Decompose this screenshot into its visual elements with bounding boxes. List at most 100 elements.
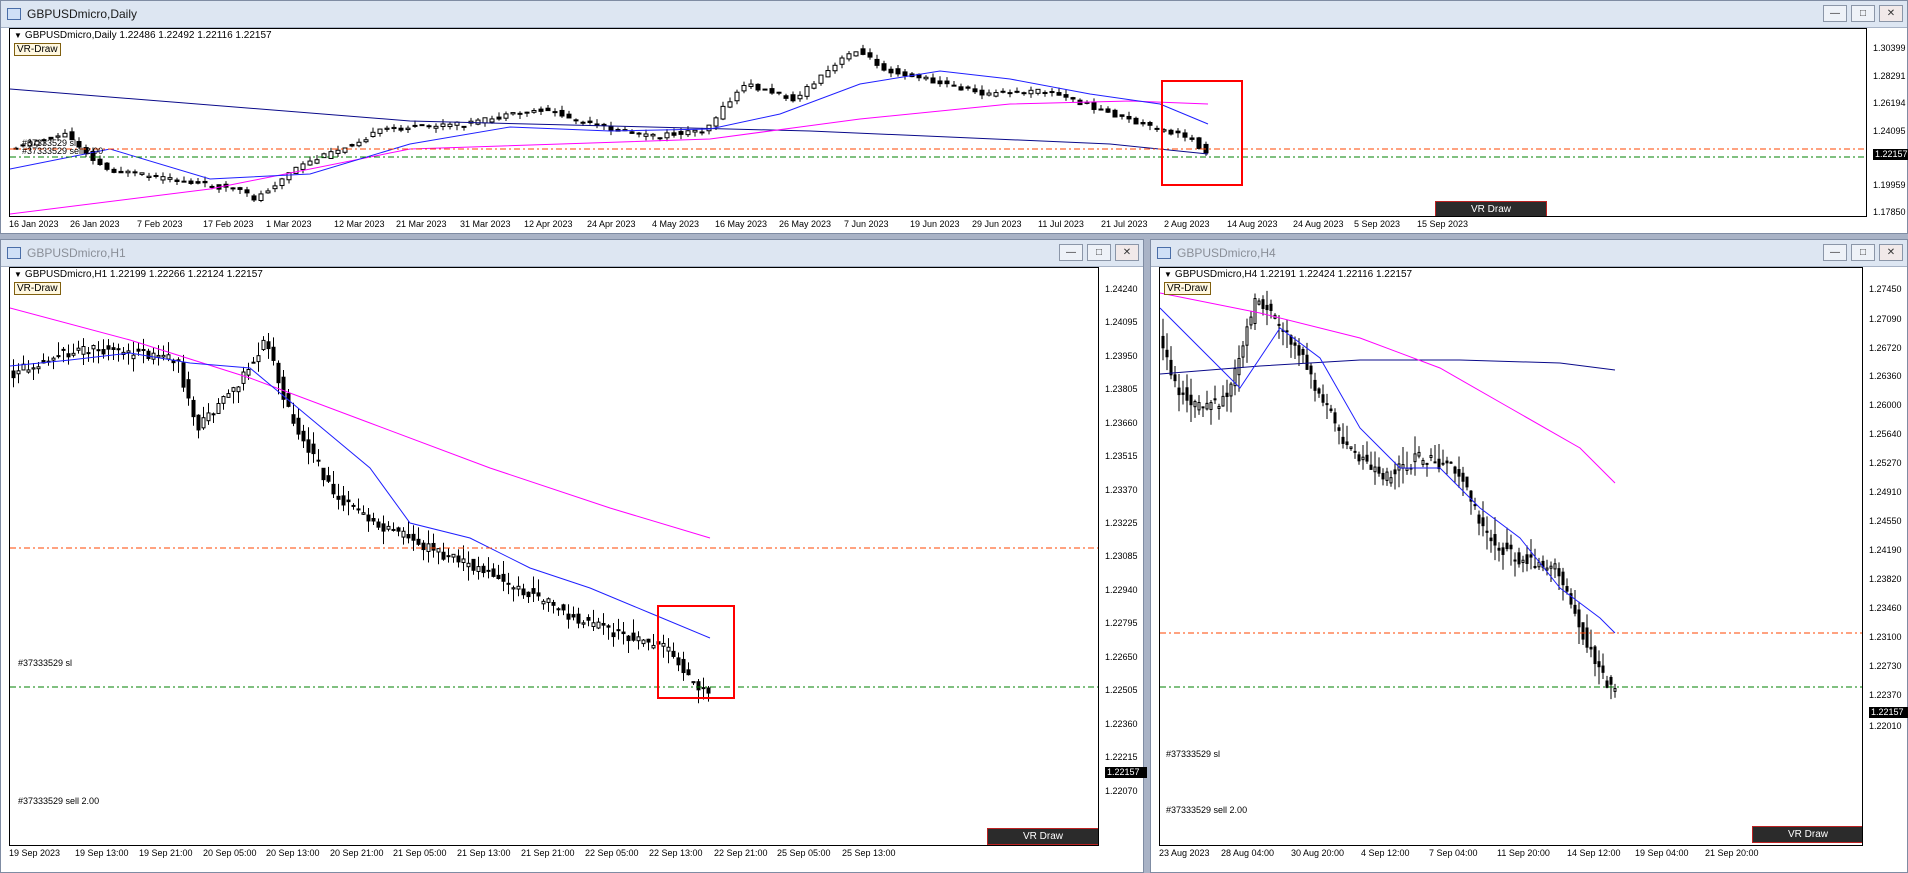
- candle: [591, 609, 596, 631]
- close-button[interactable]: ✕: [1879, 244, 1903, 261]
- candle: [972, 84, 978, 94]
- candle: [1517, 547, 1521, 568]
- price-tick: 1.28291: [1873, 71, 1906, 81]
- close-button[interactable]: ✕: [1115, 244, 1139, 261]
- daily-vr-draw-button[interactable]: VR Draw: [1435, 201, 1547, 216]
- candle: [160, 172, 166, 184]
- candle: [643, 129, 649, 141]
- candle: [146, 348, 151, 361]
- price-tick: 1.26194: [1873, 98, 1906, 108]
- candle: [195, 178, 201, 185]
- candle: [734, 89, 740, 105]
- candle: [293, 166, 299, 174]
- h4-vr-draw-button[interactable]: VR Draw: [1752, 826, 1862, 843]
- candle: [106, 339, 111, 361]
- time-tick: 23 Aug 2023: [1159, 848, 1210, 858]
- candle: [386, 521, 391, 532]
- h4-current-price-tag: 1.22157: [1869, 707, 1908, 718]
- h4-price-axis: 1.27450 1.27090 1.26720 1.26360 1.26000 …: [1863, 267, 1908, 846]
- minimize-icon: —: [1066, 247, 1076, 258]
- minimize-button[interactable]: —: [1059, 244, 1083, 261]
- time-tick: 19 Sep 21:00: [139, 848, 193, 858]
- candle: [1361, 445, 1365, 470]
- h1-current-price-tag: 1.22157: [1105, 767, 1147, 778]
- maximize-button[interactable]: □: [1851, 244, 1875, 261]
- daily-time-axis: 16 Jan 2023 26 Jan 2023 7 Feb 2023 17 Fe…: [9, 217, 1867, 233]
- candle: [351, 503, 356, 510]
- h1-vr-draw-label[interactable]: VR-Draw: [14, 282, 61, 295]
- maximize-button[interactable]: □: [1087, 244, 1111, 261]
- minimize-button[interactable]: —: [1823, 5, 1847, 22]
- candle: [482, 117, 488, 127]
- h1-titlebar[interactable]: GBPUSDmicro,H1 — □ ✕: [1, 240, 1143, 267]
- candle: [506, 572, 511, 595]
- h1-time-axis: 19 Sep 2023 19 Sep 13:00 19 Sep 21:00 20…: [9, 846, 1099, 862]
- time-tick: 21 Sep 13:00: [457, 848, 511, 858]
- candle: [447, 122, 453, 130]
- candle: [944, 77, 950, 88]
- candle: [1365, 441, 1369, 464]
- dropdown-triangle-icon[interactable]: ▼: [14, 31, 22, 40]
- candle: [524, 111, 530, 117]
- candle: [406, 521, 411, 544]
- candle: [1501, 542, 1505, 570]
- candle: [181, 176, 187, 183]
- candle: [1441, 449, 1445, 467]
- candle: [1301, 346, 1305, 364]
- candle: [26, 360, 31, 374]
- candle: [895, 64, 901, 77]
- candle: [696, 678, 701, 704]
- price-tick: 1.22370: [1869, 690, 1902, 700]
- h1-vr-draw-button[interactable]: VR Draw: [987, 828, 1098, 845]
- price-tick: 1.23085: [1105, 551, 1138, 561]
- daily-vr-draw-label[interactable]: VR-Draw: [14, 43, 61, 56]
- candle: [236, 385, 241, 403]
- candle: [141, 338, 146, 364]
- time-tick: 19 Sep 2023: [9, 848, 61, 858]
- candle: [491, 563, 496, 578]
- dropdown-triangle-icon[interactable]: ▼: [1164, 270, 1172, 279]
- candle: [631, 619, 636, 642]
- candle: [776, 91, 782, 96]
- candle: [541, 599, 546, 610]
- minimize-button[interactable]: —: [1823, 244, 1847, 261]
- candle: [66, 344, 71, 365]
- candle: [1321, 384, 1325, 407]
- candle: [1477, 510, 1481, 536]
- candle: [1209, 400, 1213, 425]
- maximize-button[interactable]: □: [1851, 5, 1875, 22]
- candle: [692, 129, 698, 137]
- candle: [616, 618, 621, 640]
- close-button[interactable]: ✕: [1879, 5, 1903, 22]
- dropdown-triangle-icon[interactable]: ▼: [14, 270, 22, 279]
- ma-long-line: [1160, 359, 1616, 375]
- candle: [701, 677, 706, 700]
- price-tick: 1.23225: [1105, 518, 1138, 528]
- close-icon: ✕: [1122, 247, 1132, 258]
- price-tick: 1.24550: [1869, 516, 1902, 526]
- candle: [1465, 476, 1469, 491]
- candle: [61, 346, 66, 363]
- daily-titlebar[interactable]: GBPUSDmicro,Daily — □ ✕: [1, 1, 1907, 28]
- daily-plot-area[interactable]: ▼ GBPUSDmicro,Daily 1.22486 1.22492 1.221…: [9, 28, 1867, 217]
- price-tick: 1.23460: [1869, 603, 1902, 613]
- candle: [11, 359, 16, 388]
- h4-titlebar[interactable]: GBPUSDmicro,H4 — □ ✕: [1151, 240, 1907, 267]
- h4-plot-area[interactable]: ▼ GBPUSDmicro,H4 1.22191 1.22424 1.22116 …: [1159, 267, 1863, 846]
- candle: [1349, 446, 1353, 451]
- candle: [720, 101, 726, 121]
- candle: [881, 60, 887, 72]
- candle: [1233, 359, 1237, 396]
- candle: [1333, 408, 1337, 432]
- candle: [608, 121, 614, 136]
- price-tick: 1.26360: [1869, 371, 1902, 381]
- h4-vr-draw-label[interactable]: VR-Draw: [1164, 282, 1211, 295]
- candle: [641, 638, 646, 647]
- candle: [1229, 381, 1233, 413]
- candle: [516, 576, 521, 597]
- candle: [621, 621, 626, 645]
- candle: [551, 599, 556, 614]
- price-tick: 1.23100: [1869, 632, 1902, 642]
- h1-plot-area[interactable]: ▼ GBPUSDmicro,H1 1.22199 1.22266 1.22124 …: [9, 267, 1099, 846]
- price-tick: 1.22010: [1869, 721, 1902, 731]
